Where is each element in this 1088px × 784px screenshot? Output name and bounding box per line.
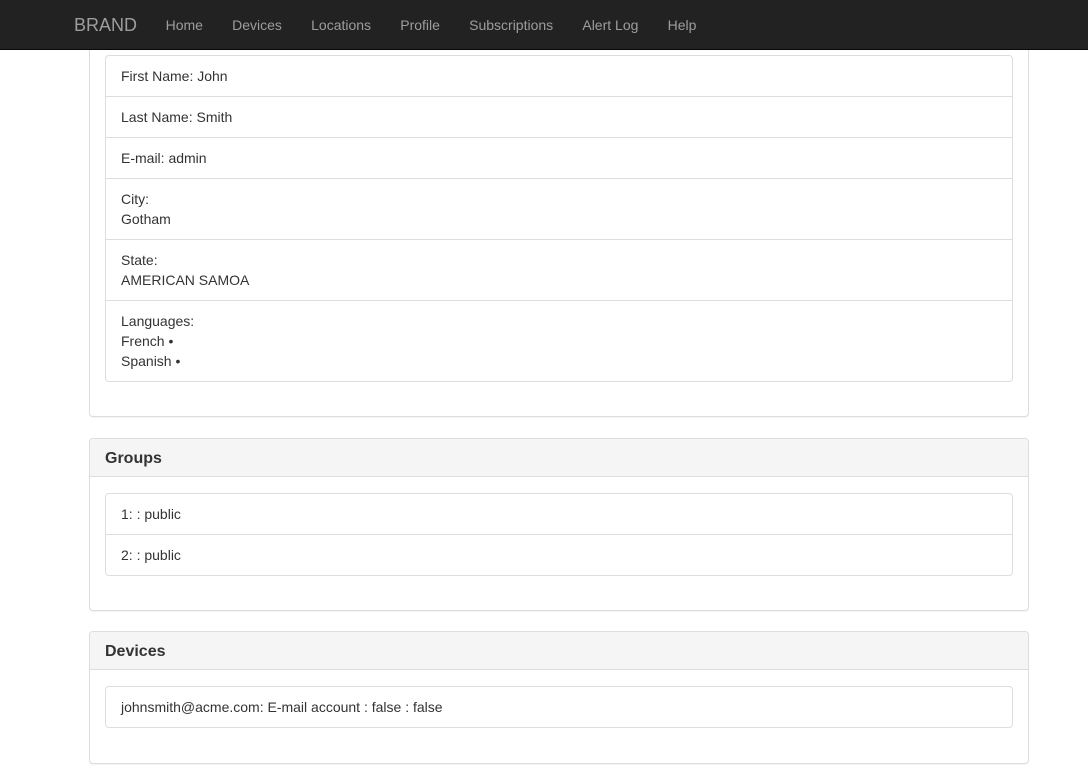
groups-panel-title: Groups bbox=[90, 439, 1028, 477]
language-entry: French • bbox=[121, 333, 174, 349]
city-item: City: Gotham bbox=[105, 178, 1013, 240]
devices-panel-title: Devices bbox=[90, 632, 1028, 670]
last-name-item: Last Name: Smith bbox=[105, 96, 1013, 138]
language-entry: Spanish • bbox=[121, 353, 181, 369]
profile-panel: First Name: John Last Name: Smith E-mail… bbox=[89, 20, 1029, 417]
last-name-text: Last Name: Smith bbox=[121, 109, 233, 125]
city-label: City: bbox=[121, 191, 149, 207]
nav-locations[interactable]: Locations bbox=[297, 0, 386, 50]
email-item: E-mail: admin bbox=[105, 137, 1013, 179]
group-item: 2: : public bbox=[105, 534, 1013, 576]
first-name-text: First Name: John bbox=[121, 68, 228, 84]
nav-menu: Home Devices Locations Profile Subscript… bbox=[151, 0, 711, 50]
devices-list: johnsmith@acme.com: E-mail account : fal… bbox=[105, 686, 1013, 728]
nav-alert-log[interactable]: Alert Log bbox=[568, 0, 653, 50]
group-item: 1: : public bbox=[105, 493, 1013, 535]
first-name-item: First Name: John bbox=[105, 55, 1013, 97]
languages-label: Languages: bbox=[121, 313, 195, 329]
state-value: AMERICAN SAMOA bbox=[121, 272, 250, 288]
groups-panel: Groups 1: : public 2: : public bbox=[89, 438, 1029, 611]
brand-link[interactable]: BRAND bbox=[74, 14, 137, 36]
state-label: State: bbox=[121, 252, 158, 268]
nav-profile[interactable]: Profile bbox=[386, 0, 455, 50]
device-item: johnsmith@acme.com: E-mail account : fal… bbox=[105, 686, 1013, 728]
city-value: Gotham bbox=[121, 211, 171, 227]
email-text: E-mail: admin bbox=[121, 150, 207, 166]
groups-list: 1: : public 2: : public bbox=[105, 493, 1013, 576]
profile-list: First Name: John Last Name: Smith E-mail… bbox=[105, 55, 1013, 382]
nav-home[interactable]: Home bbox=[151, 0, 218, 50]
devices-panel: Devices johnsmith@acme.com: E-mail accou… bbox=[89, 631, 1029, 764]
state-item: State: AMERICAN SAMOA bbox=[105, 239, 1013, 301]
languages-item: Languages: French • Spanish • bbox=[105, 300, 1013, 382]
top-navbar: BRAND Home Devices Locations Profile Sub… bbox=[0, 0, 1088, 50]
nav-devices[interactable]: Devices bbox=[218, 0, 297, 50]
nav-help[interactable]: Help bbox=[653, 0, 711, 50]
nav-subscriptions[interactable]: Subscriptions bbox=[455, 0, 568, 50]
